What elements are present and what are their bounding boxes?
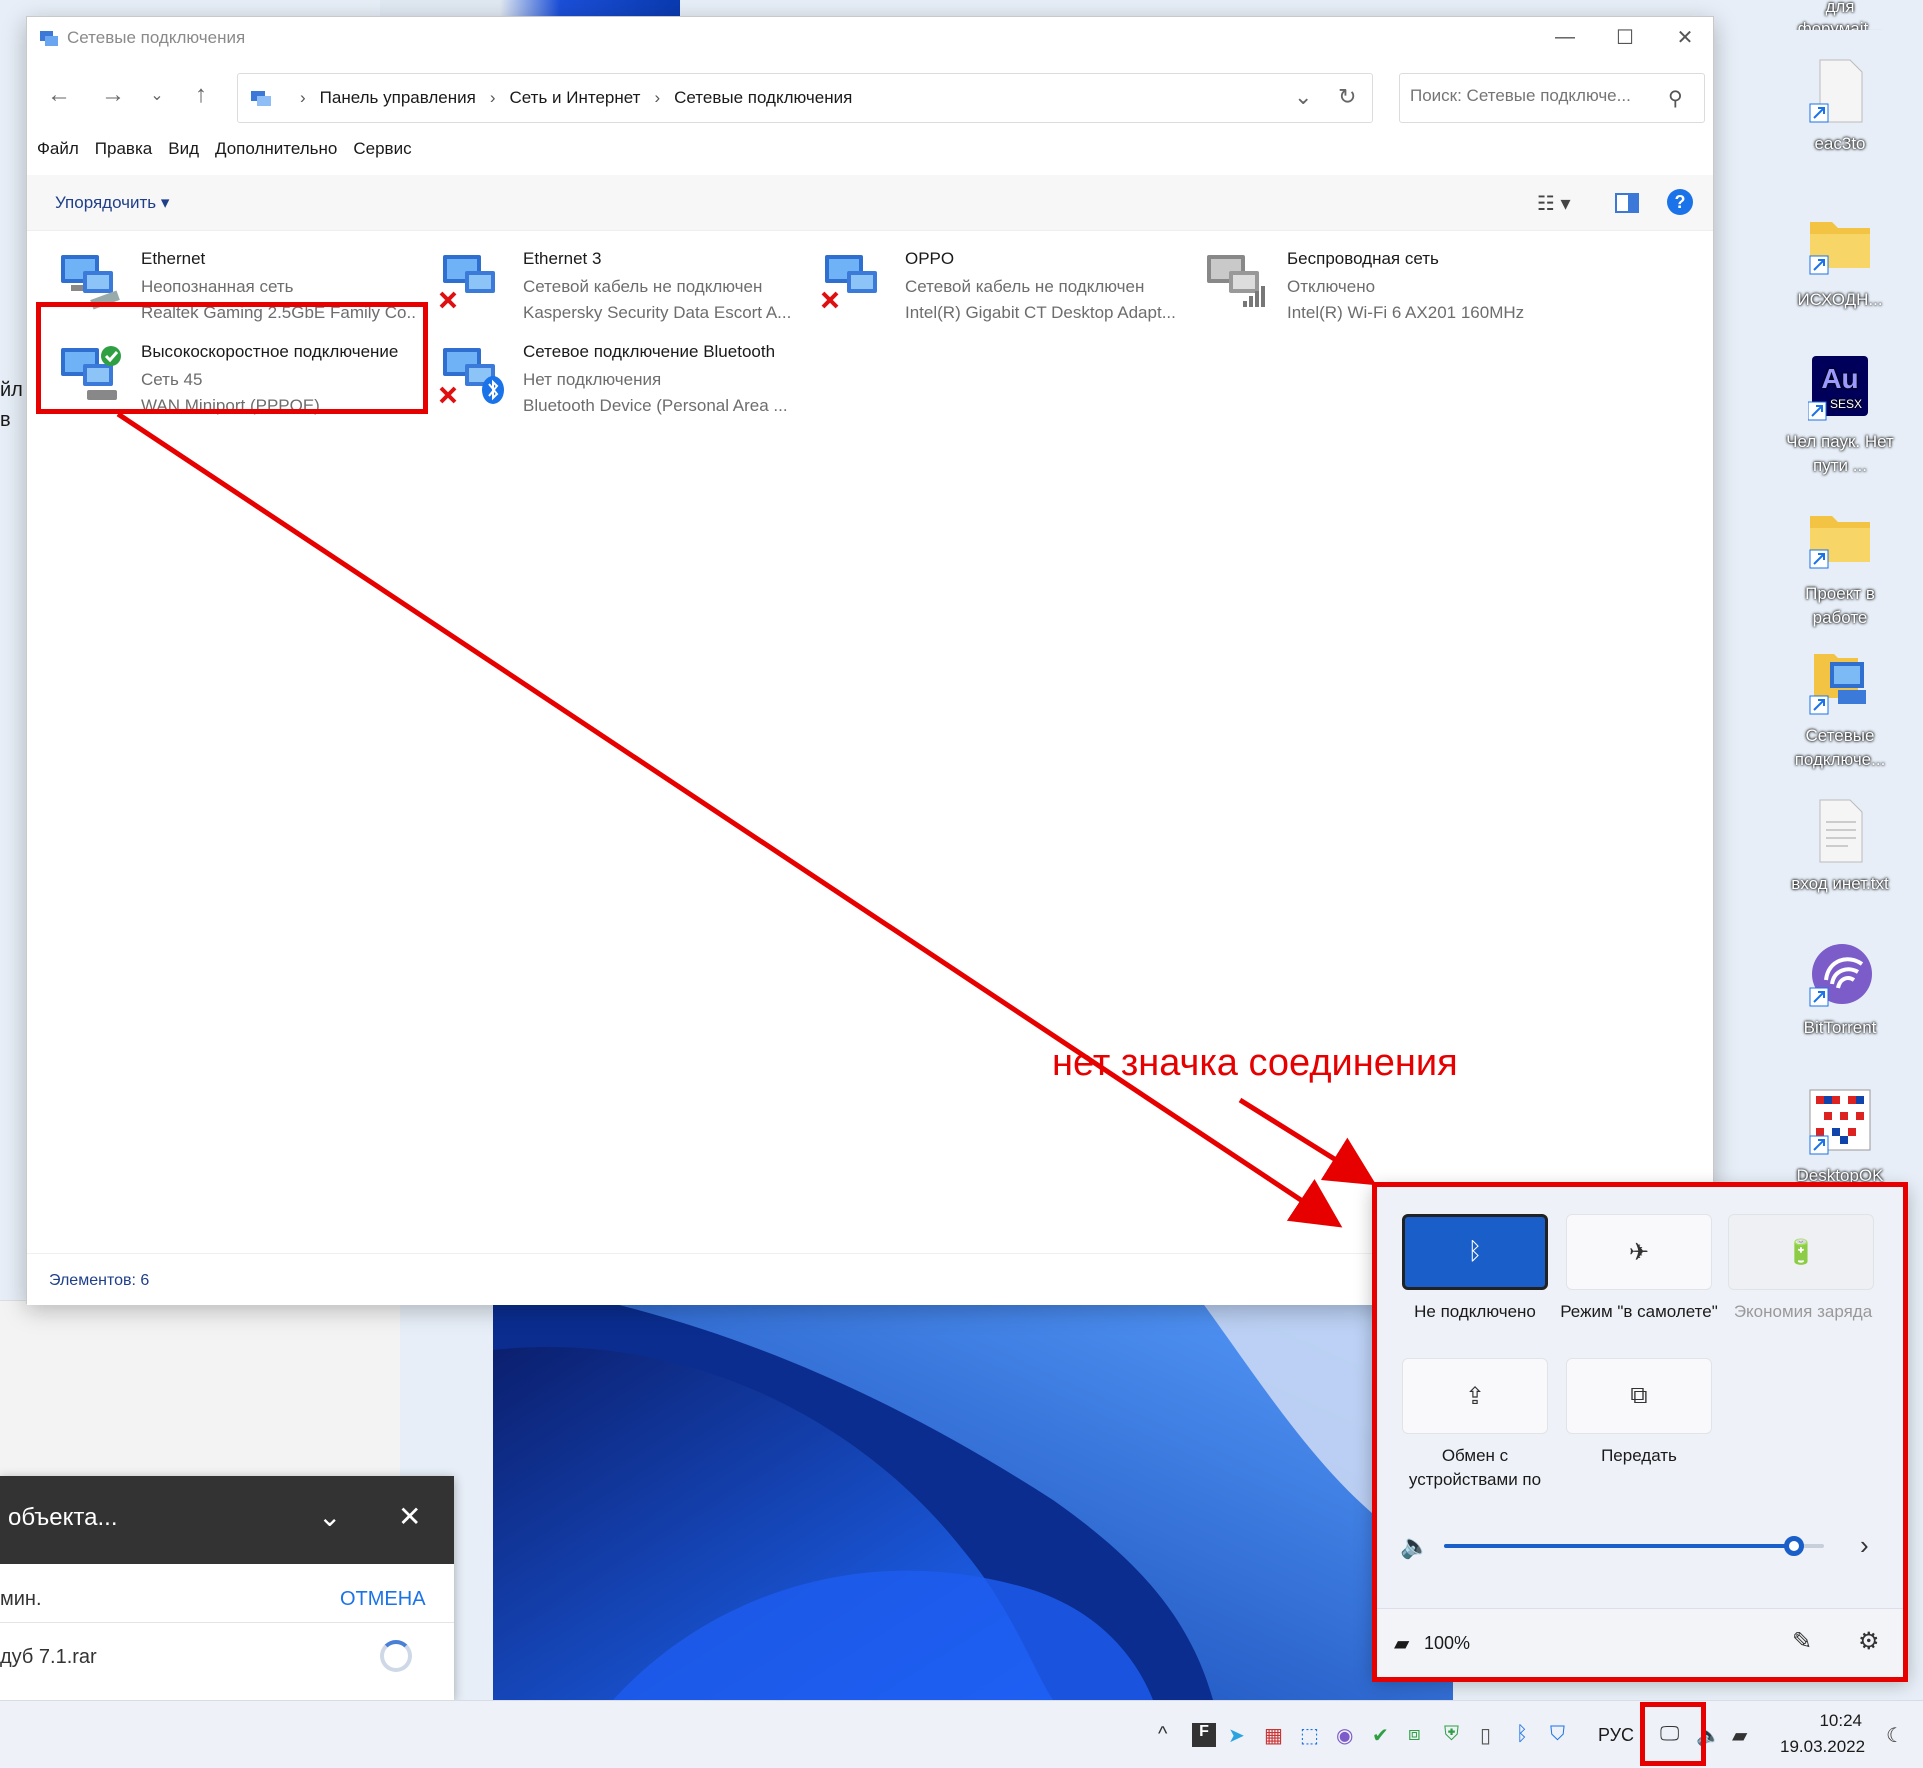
annotation-arrows	[116, 411, 1377, 1228]
